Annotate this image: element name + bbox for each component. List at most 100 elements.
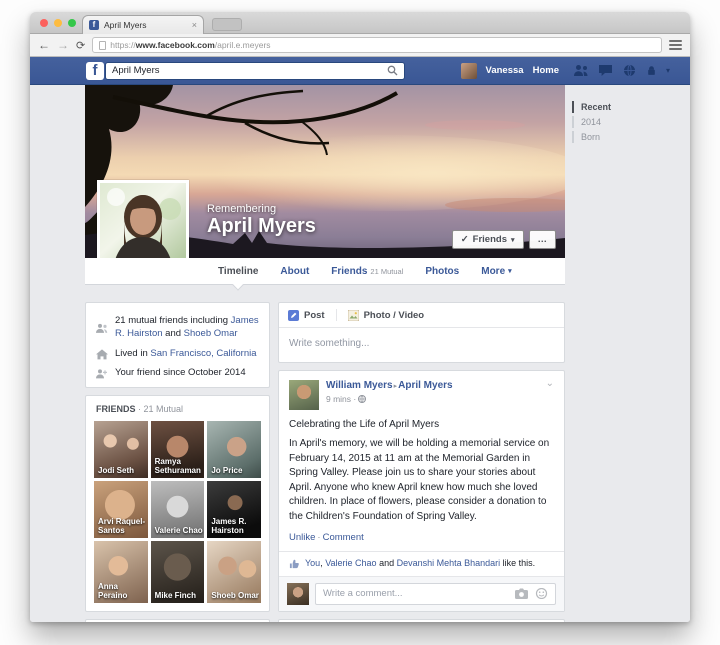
privacy-lock-icon[interactable] bbox=[646, 64, 657, 77]
new-tab-button[interactable] bbox=[212, 18, 242, 31]
friends-card: FRIENDS · 21 Mutual Jodi Seth Ramya Seth… bbox=[85, 395, 270, 612]
friend-tile[interactable]: James R. Hairston bbox=[207, 481, 261, 538]
profile-picture[interactable] bbox=[97, 180, 189, 266]
lived-in-row: Lived in San Francisco, California bbox=[96, 348, 259, 361]
friend-since-row: Your friend since October 2014 bbox=[96, 367, 259, 380]
notifications-globe-icon[interactable] bbox=[622, 64, 637, 77]
caret-down-icon: ▾ bbox=[508, 267, 512, 275]
friend-tile[interactable]: Valerie Chao bbox=[151, 481, 205, 538]
tab-title: April Myers bbox=[104, 20, 187, 30]
intro-card: 21 mutual friends including James R. Hai… bbox=[85, 302, 270, 388]
search-icon[interactable] bbox=[387, 65, 398, 76]
left-column: 21 mutual friends including James R. Hai… bbox=[85, 302, 270, 622]
post-composer: Post Photo / Video Write something... bbox=[278, 302, 565, 363]
composer-input[interactable]: Write something... bbox=[279, 328, 564, 362]
minimize-window-button[interactable] bbox=[54, 19, 62, 27]
timeline-nav-2014[interactable]: 2014 bbox=[572, 116, 611, 128]
likes-you-link[interactable]: You bbox=[305, 558, 320, 568]
friend-since-icon bbox=[96, 368, 108, 380]
facebook-logo[interactable]: f bbox=[86, 62, 104, 80]
browser-menu-icon[interactable] bbox=[669, 40, 682, 50]
composer-post-tab[interactable]: Post bbox=[288, 310, 325, 321]
tab-friends[interactable]: Friends21 Mutual bbox=[320, 258, 414, 285]
header-right: Vanessa Home ▾ bbox=[461, 63, 670, 79]
browser-toolbar: ← → ⟳ https://www.facebook.com/april.e.m… bbox=[30, 34, 690, 57]
search-input[interactable] bbox=[112, 65, 387, 76]
composer-divider bbox=[336, 309, 337, 321]
friend-tile[interactable]: Jodi Seth bbox=[94, 421, 148, 478]
friend-requests-icon[interactable] bbox=[574, 64, 589, 77]
likes-name-link[interactable]: Valerie Chao bbox=[325, 558, 376, 568]
comment-link[interactable]: Comment bbox=[323, 532, 364, 543]
post-actions: Unlike·Comment bbox=[289, 532, 554, 551]
facebook-page: Remembering April Myers ✓ Friends ▾ … Ti… bbox=[30, 85, 690, 622]
profile-link[interactable]: Vanessa bbox=[486, 65, 524, 76]
timeline-nav-born[interactable]: Born bbox=[572, 131, 611, 143]
friends-card-header[interactable]: FRIENDS · 21 Mutual bbox=[96, 404, 259, 414]
facebook-favicon: f bbox=[89, 20, 99, 30]
friend-tile[interactable]: Ramya Sethuraman bbox=[151, 421, 205, 478]
profile-tabs: Timeline About Friends21 Mutual Photos M… bbox=[85, 258, 565, 285]
unlike-link[interactable]: Unlike bbox=[289, 532, 315, 543]
main-column: Post Photo / Video Write something... bbox=[278, 302, 565, 622]
friend-tile[interactable]: Arvi Raquel-Santos bbox=[94, 481, 148, 538]
account-menu-caret-icon[interactable]: ▾ bbox=[666, 66, 670, 75]
cover-photo[interactable]: Remembering April Myers ✓ Friends ▾ … bbox=[85, 85, 565, 258]
check-icon: ✓ bbox=[461, 234, 469, 245]
address-bar[interactable]: https://www.facebook.com/april.e.meyers bbox=[92, 37, 662, 53]
privacy-globe-icon bbox=[358, 395, 366, 403]
forward-button[interactable]: → bbox=[57, 39, 69, 51]
remembering-label: Remembering bbox=[207, 203, 316, 215]
friend-tile[interactable]: Anna Peraino bbox=[94, 541, 148, 603]
reload-button[interactable]: ⟳ bbox=[76, 39, 85, 52]
emoji-icon[interactable] bbox=[535, 588, 548, 599]
mutual-friend-link-2[interactable]: Shoeb Omar bbox=[184, 328, 238, 339]
search-bar[interactable] bbox=[105, 62, 405, 80]
url-text: https://www.facebook.com/april.e.meyers bbox=[110, 40, 270, 50]
attach-photo-icon[interactable] bbox=[515, 588, 528, 599]
post-timestamp[interactable]: 9 mins · bbox=[326, 394, 356, 404]
post-text-body: In April's memory, we will be holding a … bbox=[289, 437, 554, 524]
comment-input[interactable]: Write a comment... bbox=[315, 583, 556, 605]
browser-tab[interactable]: f April Myers × bbox=[82, 15, 204, 34]
messages-icon[interactable] bbox=[598, 64, 613, 77]
zoom-window-button[interactable] bbox=[68, 19, 76, 27]
mutual-friends-row: 21 mutual friends including James R. Hai… bbox=[96, 315, 259, 341]
composer-photo-tab[interactable]: Photo / Video bbox=[348, 310, 425, 321]
close-window-button[interactable] bbox=[40, 19, 48, 27]
friend-tile[interactable]: Jo Price bbox=[207, 421, 261, 478]
likes-row: You, Valerie Chao and Devanshi Mehta Bha… bbox=[279, 551, 564, 576]
home-icon bbox=[96, 349, 108, 361]
composer-tabs: Post Photo / Video bbox=[279, 303, 564, 328]
facebook-header: f Vanessa Home ▾ bbox=[30, 57, 690, 85]
friend-tile[interactable]: Shoeb Omar bbox=[207, 541, 261, 603]
lived-in-link[interactable]: San Francisco, California bbox=[150, 348, 256, 359]
likes-name-link[interactable]: Devanshi Mehta Bhandari bbox=[397, 558, 501, 568]
post-target-link[interactable]: April Myers bbox=[398, 380, 452, 391]
cover-name-block: Remembering April Myers bbox=[207, 203, 316, 237]
caret-down-icon: ▾ bbox=[511, 236, 515, 244]
photos-card: PHOTOS · 24 bbox=[85, 619, 270, 622]
photo-video-icon bbox=[348, 310, 359, 321]
friends-button[interactable]: ✓ Friends ▾ bbox=[452, 230, 524, 249]
user-avatar[interactable] bbox=[461, 63, 477, 79]
home-link[interactable]: Home bbox=[533, 65, 559, 76]
post-menu-chevron-icon[interactable]: ⌄ bbox=[546, 378, 554, 389]
post-text-title: Celebrating the Life of April Myers bbox=[289, 419, 554, 430]
tab-close-icon[interactable]: × bbox=[192, 20, 197, 30]
friend-tile[interactable]: Mike Finch bbox=[151, 541, 205, 603]
post-author-avatar[interactable] bbox=[289, 380, 319, 410]
tab-photos[interactable]: Photos bbox=[414, 258, 470, 285]
back-button[interactable]: ← bbox=[38, 39, 50, 51]
tab-timeline[interactable]: Timeline bbox=[207, 258, 269, 285]
thumbs-up-icon bbox=[289, 558, 300, 569]
friends-grid: Jodi Seth Ramya Sethuraman Jo Price Arvi… bbox=[94, 421, 261, 603]
more-options-button[interactable]: … bbox=[529, 230, 557, 249]
mutual-friends-icon bbox=[96, 316, 108, 341]
cover-buttons: ✓ Friends ▾ … bbox=[452, 230, 556, 249]
tab-more[interactable]: More▾ bbox=[470, 258, 522, 285]
post-pencil-icon bbox=[288, 310, 299, 321]
post-author-link[interactable]: William Myers bbox=[326, 380, 393, 391]
tab-about[interactable]: About bbox=[269, 258, 320, 285]
timeline-nav-recent[interactable]: Recent bbox=[572, 101, 611, 113]
